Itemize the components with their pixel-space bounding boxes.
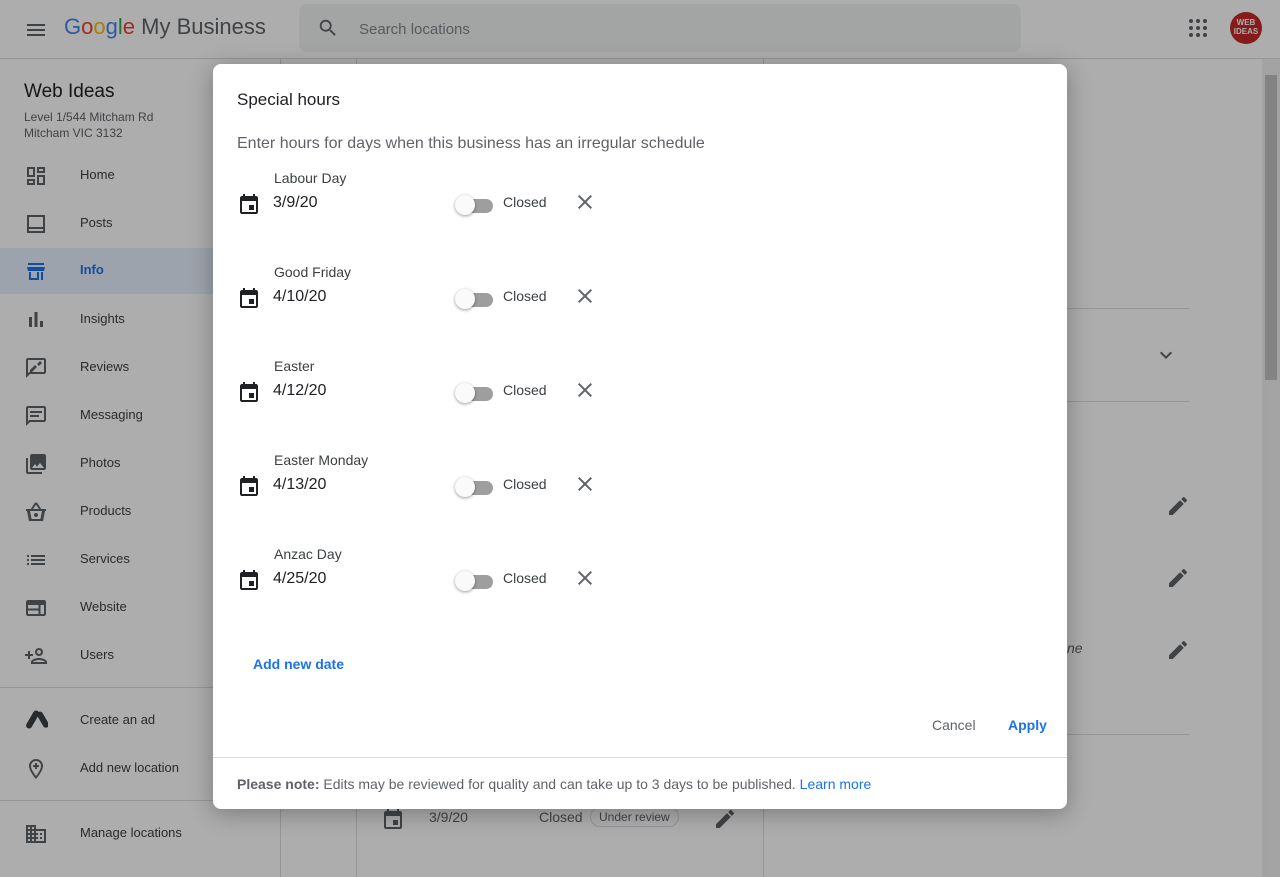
close-icon[interactable] [573,378,597,402]
date-field[interactable]: 4/12/20 [273,382,326,400]
special-hours-entry: Easter 4/12/20 Closed [213,358,1067,452]
note-text: Edits may be reviewed for quality and ca… [319,776,800,792]
special-hours-entry: Anzac Day 4/25/20 Closed [213,546,1067,640]
date-field[interactable]: 4/13/20 [273,476,326,494]
status-label: Closed [503,476,547,492]
holiday-name: Anzac Day [274,546,342,562]
dialog-subtitle: Enter hours for days when this business … [237,135,705,152]
special-hours-entry: Labour Day 3/9/20 Closed [213,170,1067,264]
holiday-name: Easter [274,358,315,374]
toggle-knob [455,477,475,497]
status-label: Closed [503,288,547,304]
status-label: Closed [503,194,547,210]
toggle-knob [455,571,475,591]
calendar-icon[interactable] [237,474,261,498]
close-icon[interactable] [573,566,597,590]
holiday-name: Easter Monday [274,452,369,468]
status-label: Closed [503,570,547,586]
close-icon[interactable] [573,190,597,214]
open-closed-toggle[interactable] [455,288,493,309]
calendar-icon[interactable] [237,380,261,404]
open-closed-toggle[interactable] [455,382,493,403]
dialog-footer: Please note: Edits may be reviewed for q… [213,757,1067,810]
close-icon[interactable] [573,472,597,496]
toggle-knob [455,195,475,215]
open-closed-toggle[interactable] [455,476,493,497]
calendar-icon[interactable] [237,286,261,310]
note-label: Please note: [237,776,320,792]
open-closed-toggle[interactable] [455,194,493,215]
close-icon[interactable] [573,284,597,308]
calendar-icon[interactable] [237,568,261,592]
special-hours-dialog: Special hours Enter hours for days when … [213,64,1067,809]
dialog-title: Special hours [237,90,341,109]
open-closed-toggle[interactable] [455,570,493,591]
toggle-knob [455,383,475,403]
special-hours-entry: Good Friday 4/10/20 Closed [213,264,1067,358]
learn-more-link[interactable]: Learn more [800,776,872,792]
add-new-date-button[interactable]: Add new date [253,656,344,672]
date-field[interactable]: 4/10/20 [273,288,326,306]
date-field[interactable]: 3/9/20 [273,194,317,212]
apply-button[interactable]: Apply [1008,717,1047,733]
cancel-button[interactable]: Cancel [932,717,976,733]
holiday-name: Labour Day [274,170,347,186]
status-label: Closed [503,382,547,398]
toggle-knob [455,289,475,309]
calendar-icon[interactable] [237,192,261,216]
date-field[interactable]: 4/25/20 [273,570,326,588]
holiday-name: Good Friday [274,264,352,280]
special-hours-entry: Easter Monday 4/13/20 Closed [213,452,1067,546]
review-note: Please note: Edits may be reviewed for q… [237,776,871,792]
